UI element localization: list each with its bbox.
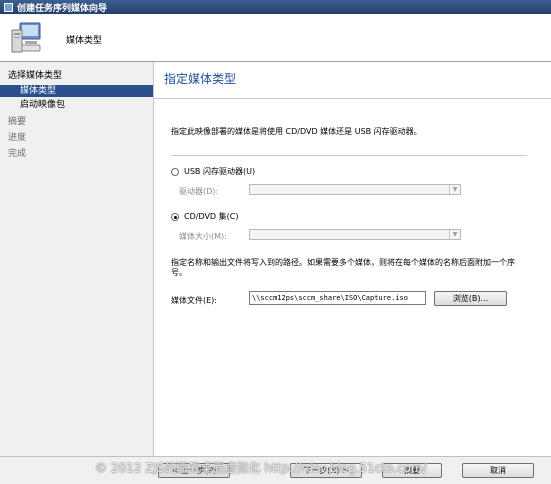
next-button[interactable]: 下一步(N) > (290, 463, 362, 478)
usb-radio-option[interactable]: USB 闪存驱动器(U) (171, 166, 255, 177)
chevron-down-icon: ▼ (449, 185, 460, 194)
wizard-header: 媒体类型 (0, 14, 551, 62)
usb-radio-label: USB 闪存驱动器(U) (184, 167, 256, 176)
wizard-steps-sidebar: 选择媒体类型 媒体类型 启动映像包 摘要 进度 完成 (0, 62, 153, 456)
computer-icon (8, 20, 44, 59)
output-path-note: 指定名称和输出文件将写入到的路径。如果需要多个媒体，则将在每个媒体的名称后面附加… (171, 258, 515, 277)
step-select-media-type[interactable]: 选择媒体类型 (8, 70, 62, 82)
window-title: 创建任务序列媒体向导 (17, 3, 108, 14)
summary-button[interactable]: 摘要 (382, 463, 442, 478)
drive-label: 驱动器(D): (179, 187, 219, 196)
title-divider (154, 98, 551, 99)
usb-radio-button[interactable] (171, 167, 179, 176)
wizard-app-icon (4, 2, 13, 12)
browse-button[interactable]: 浏览(B)... (434, 291, 507, 306)
cd-dvd-radio-button[interactable] (171, 212, 179, 221)
step-complete: 完成 (8, 149, 27, 159)
wizard-footer: < 上一步(P) 下一步(N) > 摘要 取消 (0, 456, 551, 484)
step-summary: 摘要 (8, 117, 27, 127)
media-size-dropdown[interactable]: ▼ (249, 229, 461, 240)
page-description: 指定此映像部署的媒体是将使用 CD/DVD 媒体还是 USB 闪存驱动器。 (171, 127, 422, 136)
cd-dvd-radio-label: CD/DVD 集(C) (184, 212, 239, 221)
step-boot-image[interactable]: 启动映像包 (20, 99, 65, 111)
drive-dropdown[interactable]: ▼ (249, 184, 461, 195)
media-size-label: 媒体大小(M): (179, 232, 227, 241)
wizard-content: 指定媒体类型 指定此映像部署的媒体是将使用 CD/DVD 媒体还是 USB 闪存… (153, 62, 551, 456)
media-file-label: 媒体文件(E): (171, 296, 217, 305)
step-media-type[interactable]: 媒体类型 (0, 85, 153, 97)
title-bar: 创建任务序列媒体向导 (0, 0, 551, 14)
page-title: 指定媒体类型 (164, 72, 237, 86)
cd-dvd-radio-option[interactable]: CD/DVD 集(C) (171, 211, 238, 222)
media-file-input[interactable]: \\sccm12ps\sccm_share\ISO\Capture.iso (249, 291, 426, 305)
previous-button[interactable]: < 上一步(P) (158, 463, 230, 478)
step-progress: 进度 (8, 133, 27, 143)
chevron-down-icon: ▼ (449, 230, 460, 239)
header-title: 媒体类型 (66, 36, 103, 46)
cancel-button[interactable]: 取消 (462, 463, 534, 478)
section-divider (171, 155, 527, 156)
